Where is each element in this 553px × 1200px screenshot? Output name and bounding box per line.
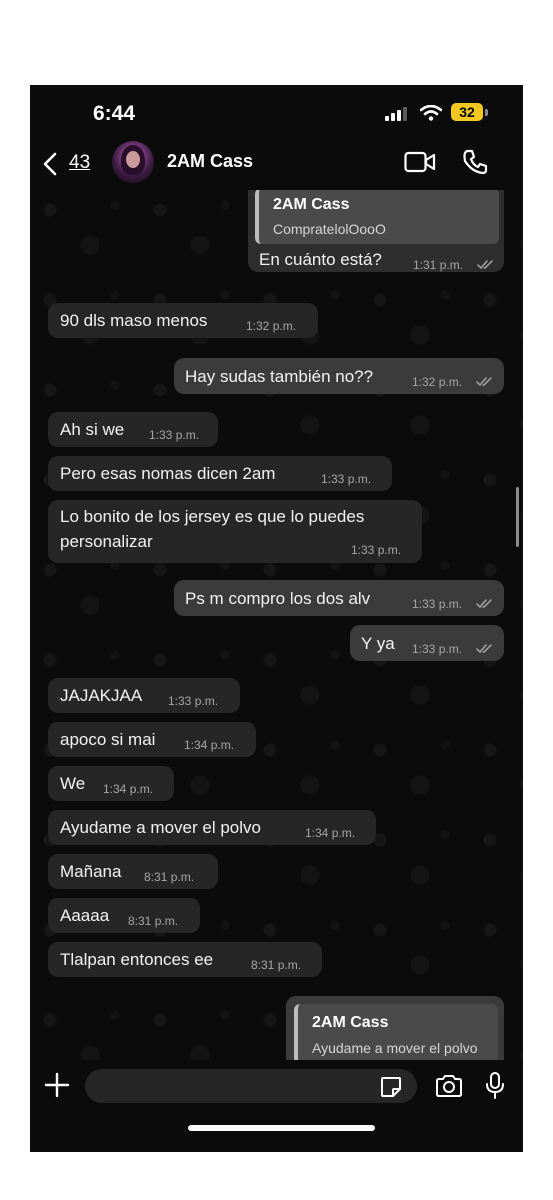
- message-text: JAJAKJAA: [60, 686, 143, 705]
- chevron-left-icon: [43, 152, 57, 176]
- quoted-text: CompratelolOooO: [273, 221, 386, 237]
- message-time: 8:31 p.m.: [128, 914, 179, 928]
- message-text: Y ya: [361, 634, 395, 653]
- message-text: Tlalpan entonces ee: [60, 950, 214, 969]
- message-text-line: personalizar: [60, 532, 153, 551]
- incoming-message[interactable]: JAJAKJAA 1:33 p.m.: [48, 678, 240, 713]
- double-check-icon: [477, 260, 493, 270]
- battery-icon: 32: [451, 103, 483, 121]
- incoming-message[interactable]: 90 dls maso menos 1:32 p.m.: [48, 303, 318, 338]
- outgoing-message[interactable]: Hay sudas también no?? 1:32 p.m.: [174, 358, 504, 394]
- contact-name[interactable]: 2AM Cass: [167, 151, 253, 172]
- status-bar: 6:44 32: [30, 85, 523, 135]
- input-bar: [30, 1060, 523, 1152]
- message-time: 1:33 p.m.: [412, 597, 463, 611]
- message-time: 1:33 p.m.: [351, 543, 402, 557]
- message-time: 1:34 p.m.: [184, 738, 235, 752]
- message-time: 1:33 p.m.: [412, 642, 463, 656]
- message-text: apoco si mai: [60, 730, 156, 749]
- outgoing-message[interactable]: Ps m compro los dos alv 1:33 p.m.: [174, 580, 504, 616]
- message-time: 1:32 p.m.: [246, 319, 297, 333]
- microphone-icon[interactable]: [485, 1072, 505, 1100]
- incoming-message[interactable]: Aaaaa 8:31 p.m.: [48, 898, 200, 933]
- incoming-message[interactable]: Mañana 8:31 p.m.: [48, 854, 218, 889]
- message-text: We: [60, 774, 86, 793]
- chat-area[interactable]: 2AM Cass CompratelolOooO En cuánto está?…: [30, 190, 523, 1060]
- battery-level: 32: [459, 104, 475, 120]
- scroll-indicator[interactable]: [516, 487, 519, 547]
- message-text: Pero esas nomas dicen 2am: [60, 464, 276, 483]
- message-time: 1:32 p.m.: [412, 375, 463, 389]
- outgoing-message-quote[interactable]: 2AM Cass Ayudame a mover el polvo: [286, 996, 504, 1060]
- message-text: Ayudame a mover el polvo: [60, 818, 261, 837]
- incoming-message[interactable]: Ayudame a mover el polvo 1:34 p.m.: [48, 810, 376, 845]
- quoted-message[interactable]: 2AM Cass CompratelolOooO: [255, 190, 499, 244]
- sticker-icon[interactable]: [380, 1076, 402, 1098]
- message-text: En cuánto está?: [259, 250, 382, 269]
- double-check-icon: [476, 644, 492, 654]
- plus-icon[interactable]: [44, 1072, 70, 1098]
- phone-icon[interactable]: [462, 149, 488, 175]
- message-time: 1:34 p.m.: [103, 782, 154, 796]
- camera-icon[interactable]: [435, 1074, 463, 1098]
- avatar-face: [126, 151, 140, 168]
- cellular-signal-icon: [385, 107, 407, 121]
- incoming-message[interactable]: Tlalpan entonces ee 8:31 p.m.: [48, 942, 322, 977]
- message-time: 1:33 p.m.: [321, 472, 372, 486]
- incoming-message[interactable]: Lo bonito de los jersey es que lo puedes…: [48, 500, 422, 563]
- quoted-text: Ayudame a mover el polvo: [312, 1040, 478, 1056]
- unread-count: 43: [69, 152, 91, 173]
- phone-screen: 6:44 32 43 2AM Cass 2AM Cass Compratelol…: [30, 85, 523, 1152]
- video-camera-icon[interactable]: [404, 151, 436, 173]
- message-text-line: Lo bonito de los jersey es que lo puedes: [60, 507, 365, 526]
- outgoing-message[interactable]: Y ya 1:33 p.m.: [350, 625, 504, 661]
- quoted-sender: 2AM Cass: [273, 196, 350, 213]
- avatar[interactable]: [112, 141, 154, 183]
- chat-header: 43 2AM Cass: [30, 135, 523, 190]
- incoming-message[interactable]: apoco si mai 1:34 p.m.: [48, 722, 256, 757]
- quoted-sender: 2AM Cass: [312, 1014, 389, 1031]
- message-text: Aaaaa: [60, 906, 110, 925]
- incoming-message[interactable]: Ah si we 1:33 p.m.: [48, 412, 218, 447]
- message-time: 8:31 p.m.: [144, 870, 195, 884]
- message-text: 90 dls maso menos: [60, 311, 208, 330]
- message-input[interactable]: [85, 1069, 417, 1103]
- quoted-message[interactable]: 2AM Cass Ayudame a mover el polvo: [294, 1004, 498, 1060]
- double-check-icon: [476, 599, 492, 609]
- message-time: 8:31 p.m.: [251, 958, 302, 972]
- status-time: 6:44: [93, 102, 136, 125]
- message-time: 1:33 p.m.: [149, 428, 200, 442]
- message-time: 1:34 p.m.: [305, 826, 356, 840]
- message-text: Ps m compro los dos alv: [185, 589, 371, 608]
- message-text: Ah si we: [60, 420, 125, 439]
- incoming-message[interactable]: We 1:34 p.m.: [48, 766, 174, 801]
- incoming-message[interactable]: Pero esas nomas dicen 2am 1:33 p.m.: [48, 456, 392, 491]
- message-text: Mañana: [60, 862, 122, 881]
- message-time: 1:31 p.m.: [413, 258, 464, 272]
- double-check-icon: [476, 377, 492, 387]
- message-text: Hay sudas también no??: [185, 367, 374, 386]
- message-time: 1:33 p.m.: [168, 694, 219, 708]
- home-indicator: [188, 1125, 375, 1131]
- outgoing-message-quote[interactable]: 2AM Cass CompratelolOooO En cuánto está?…: [248, 190, 504, 272]
- battery-tip: [485, 109, 488, 116]
- wifi-icon: [420, 105, 442, 121]
